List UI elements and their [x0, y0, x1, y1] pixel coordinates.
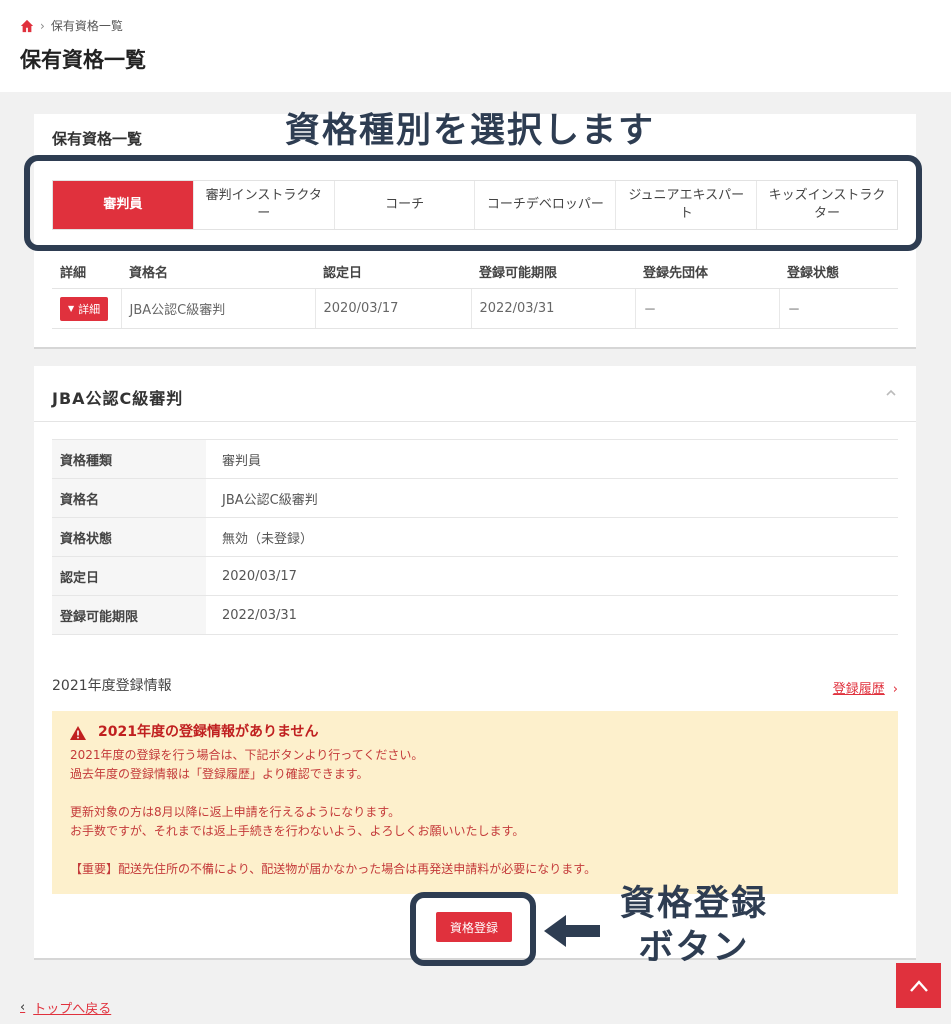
history-link-label: 登録履歴: [832, 682, 885, 697]
notice-text: お手数ですが、それまでは返上手続きを行わないよう、よろしくお願いいたします。: [70, 824, 525, 838]
field-label: 登録可能期限: [52, 595, 206, 635]
detail-table: 資格種類 審判員 資格名 JBA公認C級審判 資格状態 無効（未登録） 認定日 …: [52, 439, 898, 635]
field-label: 資格状態: [52, 517, 206, 557]
chevron-right-icon: ›: [40, 18, 45, 33]
back-to-top-link[interactable]: ‹ トップへ戻る: [20, 998, 111, 1017]
table-row: 認定日 2020/03/17: [52, 556, 898, 596]
scroll-to-top-button[interactable]: [896, 963, 941, 1008]
registration-status: －: [779, 288, 898, 329]
year-info-title: 2021年度登録情報: [52, 678, 172, 694]
field-value: JBA公認C級審判: [222, 492, 318, 508]
button-caption-line: 資格登録: [620, 884, 769, 924]
detail-button[interactable]: ▼ 詳細: [60, 296, 109, 321]
certified-date: 2020/03/17: [315, 288, 472, 329]
tabs-annotation-caption: 資格種別を選択します: [285, 111, 656, 151]
field-value: 審判員: [222, 453, 262, 469]
no-registration-notice: 2021年度の登録情報がありません 2021年度の登録を行う場合は、下記ボタンよ…: [52, 711, 898, 894]
chevron-up-icon: [909, 979, 928, 992]
page-title: 保有資格一覧: [20, 48, 146, 72]
notice-text: 更新対象の方は8月以降に返上申請を行えるようになります。: [70, 805, 401, 819]
accordion-header[interactable]: JBA公認C級審判: [34, 366, 916, 422]
table-row: 登録可能期限 2022/03/31: [52, 595, 898, 635]
button-caption-line: ボタン: [638, 928, 750, 968]
notice-heading: 2021年度の登録情報がありません: [70, 723, 880, 742]
registration-deadline: 2022/03/31: [471, 288, 636, 329]
detail-button-label: 詳細: [78, 302, 101, 316]
notice-text: 【重要】配送先住所の不備により、配送物が届かなかった場合は再発送申請料が必要にな…: [70, 862, 597, 876]
button-annotation-frame: [410, 892, 536, 966]
field-value: 無効（未登録）: [222, 531, 314, 547]
chevron-right-icon: ›: [892, 682, 898, 697]
qualification-table: 詳細 資格名 認定日 登録可能期限 登録先団体 登録状態 ▼ 詳細 JBA公認C…: [52, 254, 898, 329]
table-header-row: 詳細 資格名 認定日 登録可能期限 登録先団体 登録状態: [52, 254, 898, 289]
notice-text: 2021年度の登録を行う場合は、下記ボタンより行ってください。: [70, 748, 424, 762]
chevron-up-icon[interactable]: [886, 388, 896, 398]
column-header: 認定日: [315, 254, 471, 289]
table-row: 資格種類 審判員: [52, 439, 898, 479]
notice-title: 2021年度の登録情報がありません: [98, 724, 319, 740]
column-header: 登録可能期限: [471, 254, 635, 289]
section-title: 保有資格一覧: [52, 130, 143, 148]
tabs-annotation-frame: [24, 155, 922, 251]
breadcrumb: › 保有資格一覧: [20, 17, 123, 34]
notice-text: 過去年度の登録情報は「登録履歴」より確認できます。: [70, 767, 369, 781]
home-icon[interactable]: [20, 19, 34, 33]
detail-cell: ▼ 詳細: [52, 288, 122, 329]
column-header: 資格名: [121, 254, 315, 289]
field-label: 認定日: [52, 556, 206, 596]
button-annotation-caption: 資格登録 ボタン: [620, 882, 768, 970]
warning-icon: [70, 725, 86, 740]
field-value: 2022/03/31: [222, 607, 297, 623]
back-link-label: トップへ戻る: [33, 1002, 112, 1017]
field-label: 資格種類: [52, 439, 206, 479]
qualification-detail-card: JBA公認C級審判 資格種類 審判員 資格名 JBA公認C級審判 資格状態 無効…: [34, 366, 916, 960]
breadcrumb-current: 保有資格一覧: [50, 19, 123, 33]
registration-history-link[interactable]: 登録履歴 ›: [833, 678, 898, 697]
qualification-name: JBA公認C級審判: [121, 288, 316, 329]
table-row: ▼ 詳細 JBA公認C級審判 2020/03/17 2022/03/31 － －: [52, 288, 898, 329]
registered-organization: －: [635, 288, 780, 329]
column-header: 詳細: [52, 254, 121, 289]
accordion-title: JBA公認C級審判: [52, 389, 184, 408]
arrow-left-icon: [544, 915, 600, 947]
table-row: 資格名 JBA公認C級審判: [52, 478, 898, 518]
field-label: 資格名: [52, 478, 206, 518]
caret-down-icon: ▼: [68, 304, 75, 313]
table-row: 資格状態 無効（未登録）: [52, 517, 898, 557]
chevron-left-icon: ‹: [20, 1000, 26, 1015]
column-header: 登録先団体: [635, 254, 779, 289]
column-header: 登録状態: [779, 254, 898, 289]
page-header: › 保有資格一覧 保有資格一覧: [0, 0, 951, 92]
field-value: 2020/03/17: [222, 568, 297, 584]
